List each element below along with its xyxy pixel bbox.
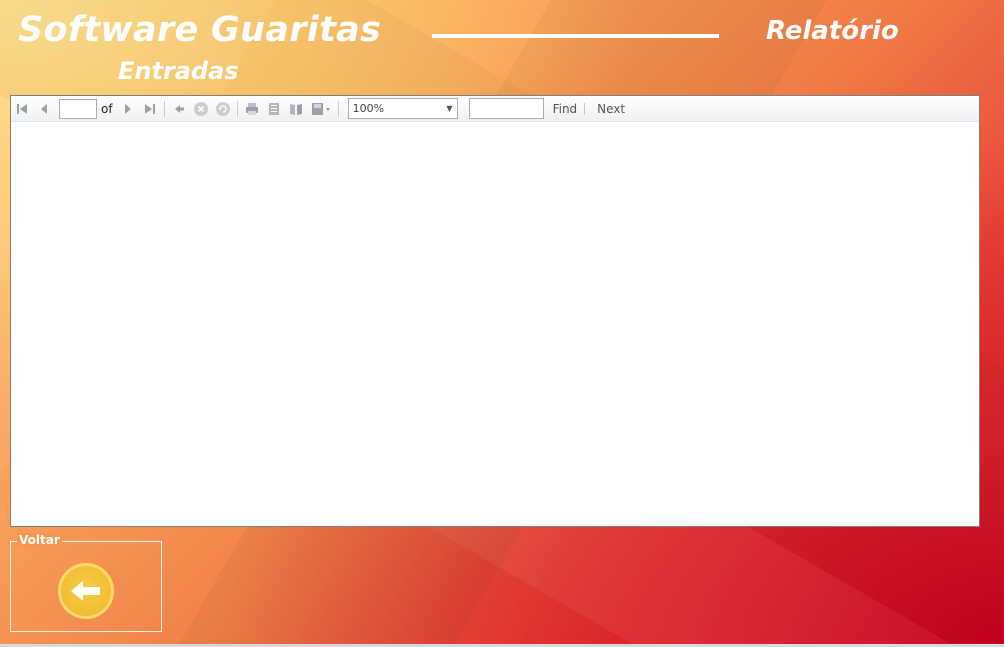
chevron-down-icon: ▼: [446, 104, 453, 113]
page-of-label: of: [101, 101, 113, 116]
export-icon[interactable]: [307, 98, 335, 120]
last-page-icon[interactable]: [139, 98, 161, 120]
back-group-label: Voltar: [17, 533, 62, 547]
back-button[interactable]: [58, 563, 114, 619]
toolbar-separator: [337, 100, 339, 117]
page-subtitle: Entradas: [118, 57, 239, 85]
page-setup-icon[interactable]: [285, 98, 307, 120]
arrow-left-icon: [71, 581, 100, 601]
toolbar-separator: [236, 100, 238, 117]
app-title: Software Guaritas: [18, 10, 382, 50]
report-toolbar: of 100% ▼ Find Next: [11, 96, 979, 122]
section-title: Relatório: [766, 16, 899, 46]
toolbar-separator: [163, 100, 165, 117]
find-next-button[interactable]: Next: [593, 102, 629, 116]
report-viewer: of 100% ▼ Find Next: [10, 95, 980, 527]
refresh-icon[interactable]: [212, 98, 234, 120]
title-divider: [432, 34, 719, 38]
zoom-select[interactable]: 100% ▼: [347, 98, 458, 119]
previous-page-icon[interactable]: [33, 98, 55, 120]
stop-icon[interactable]: [190, 98, 212, 120]
find-separator: [584, 102, 586, 115]
back-group: Voltar: [10, 533, 162, 632]
print-icon[interactable]: [241, 98, 263, 120]
find-button[interactable]: Find: [549, 102, 582, 116]
zoom-value: 100%: [352, 102, 385, 115]
report-content-area[interactable]: [11, 122, 979, 526]
next-page-icon[interactable]: [117, 98, 139, 120]
back-to-parent-icon[interactable]: [168, 98, 190, 120]
find-text-input[interactable]: [468, 98, 544, 119]
first-page-icon[interactable]: [11, 98, 33, 120]
print-layout-icon[interactable]: [263, 98, 285, 120]
page-number-input[interactable]: [59, 98, 97, 119]
